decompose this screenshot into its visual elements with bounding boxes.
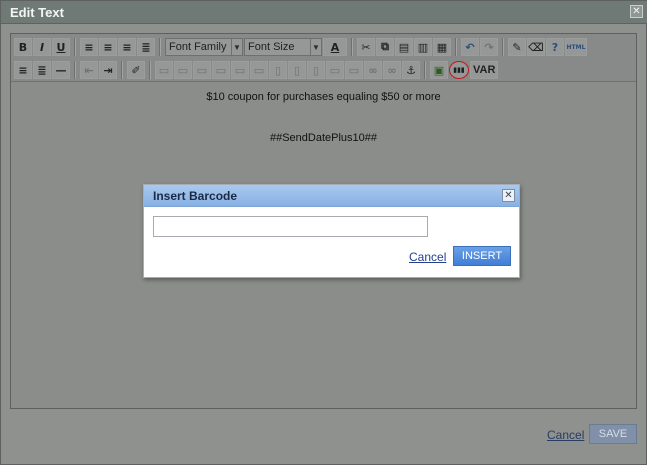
paste-text-icon[interactable]: ▥ bbox=[414, 38, 432, 56]
link-icon[interactable]: ∞ bbox=[364, 61, 382, 79]
insert-button[interactable]: INSERT bbox=[453, 246, 511, 266]
cut-icon[interactable]: ✂ bbox=[357, 38, 375, 56]
dialog-titlebar: Insert Barcode bbox=[144, 185, 519, 207]
edit-icon[interactable]: ✐ bbox=[127, 61, 145, 79]
toolbar-separator bbox=[149, 61, 151, 79]
dialog-title: Insert Barcode bbox=[153, 189, 238, 203]
horizontal-rule-icon[interactable]: — bbox=[52, 61, 70, 79]
bullet-list-icon[interactable]: ≡ bbox=[14, 61, 32, 79]
font-size-label: Font Size bbox=[248, 41, 295, 53]
delete-row-icon[interactable]: ▭ bbox=[250, 61, 268, 79]
undo-icon[interactable]: ↶ bbox=[461, 38, 479, 56]
eraser-icon[interactable]: ⌫ bbox=[527, 38, 545, 56]
indent-icon[interactable]: ⇥ bbox=[99, 61, 117, 79]
toolbar-separator bbox=[351, 38, 353, 56]
font-size-select[interactable]: Font Size ▼ bbox=[244, 38, 322, 56]
barcode-input[interactable] bbox=[153, 216, 428, 237]
anchor-icon[interactable]: ⚓ bbox=[402, 61, 420, 79]
unlink-icon[interactable]: ∞ bbox=[383, 61, 401, 79]
insert-col-icon[interactable]: ▯ bbox=[269, 61, 287, 79]
row-props-icon[interactable]: ▭ bbox=[212, 61, 230, 79]
window-title: Edit Text bbox=[10, 5, 64, 20]
save-button[interactable]: SAVE bbox=[589, 424, 637, 444]
cleanup-icon[interactable]: ✎ bbox=[508, 38, 526, 56]
bold-icon[interactable]: B bbox=[14, 38, 32, 56]
chevron-down-icon: ▼ bbox=[231, 39, 242, 55]
content-line-variable: ##SendDatePlus10## bbox=[269, 132, 378, 144]
align-left-icon[interactable]: ≡ bbox=[80, 38, 98, 56]
toolbar-separator bbox=[424, 61, 426, 79]
toolbar-separator bbox=[502, 38, 504, 56]
variable-button[interactable]: VAR bbox=[470, 61, 499, 79]
window-close-button[interactable]: ✕ bbox=[630, 5, 643, 18]
paste-icon[interactable]: ▤ bbox=[395, 38, 413, 56]
split-cell-icon[interactable]: ▯ bbox=[307, 61, 325, 79]
toolbar-row-2: ≡ ≣ — ⇤ ⇥ ✐ ▭ ▭ ▭ ▭ ▭ ▭ ▯ ▯ ▯ ▭ ▭ ∞ ∞ ⚓ … bbox=[14, 59, 499, 81]
dialog-cancel-link[interactable]: Cancel bbox=[409, 250, 446, 264]
font-family-label: Font Family bbox=[169, 41, 227, 53]
merge-cell-icon[interactable]: ▭ bbox=[326, 61, 344, 79]
outdent-icon[interactable]: ⇤ bbox=[80, 61, 98, 79]
toolbar-separator bbox=[121, 61, 123, 79]
toolbar-separator bbox=[74, 38, 76, 56]
toolbar-separator bbox=[159, 38, 161, 56]
table-props-icon[interactable]: ▭ bbox=[174, 61, 192, 79]
table-icon[interactable]: ▭ bbox=[155, 61, 173, 79]
font-family-select[interactable]: Font Family ▼ bbox=[165, 38, 243, 56]
insert-barcode-dialog: Insert Barcode ✕ Cancel INSERT bbox=[143, 184, 520, 278]
row-icon[interactable]: ▭ bbox=[193, 61, 211, 79]
chevron-down-icon: ▼ bbox=[310, 39, 321, 55]
cancel-link[interactable]: Cancel bbox=[547, 428, 584, 442]
barcode-icon[interactable]: ▮▮▮ bbox=[449, 61, 469, 79]
justify-icon[interactable]: ≣ bbox=[137, 38, 155, 56]
help-icon[interactable]: ? bbox=[546, 38, 564, 56]
align-right-icon[interactable]: ≡ bbox=[118, 38, 136, 56]
toolbar-separator bbox=[455, 38, 457, 56]
editor-toolbar: B I U ≡ ≡ ≡ ≣ Font Family ▼ Font Size ▼ … bbox=[11, 34, 636, 82]
align-center-icon[interactable]: ≡ bbox=[99, 38, 117, 56]
window-titlebar: Edit Text ✕ bbox=[1, 1, 647, 24]
toolbar-row-1: B I U ≡ ≡ ≡ ≣ Font Family ▼ Font Size ▼ … bbox=[14, 36, 587, 58]
toolbar-separator bbox=[74, 61, 76, 79]
insert-row-icon[interactable]: ▭ bbox=[231, 61, 249, 79]
copy-icon[interactable]: ⧉ bbox=[376, 38, 394, 56]
delete-col-icon[interactable]: ▯ bbox=[288, 61, 306, 79]
html-icon[interactable]: HTML bbox=[565, 38, 587, 56]
redo-icon[interactable]: ↷ bbox=[480, 38, 498, 56]
numbered-list-icon[interactable]: ≣ bbox=[33, 61, 51, 79]
dialog-close-button[interactable]: ✕ bbox=[502, 189, 515, 202]
cell-props-icon[interactable]: ▭ bbox=[345, 61, 363, 79]
font-color-icon[interactable]: A bbox=[323, 38, 347, 56]
content-line-coupon: $10 coupon for purchases equaling $50 or… bbox=[206, 91, 441, 103]
image-icon[interactable]: ▣ bbox=[430, 61, 448, 79]
paste-word-icon[interactable]: ▦ bbox=[433, 38, 451, 56]
underline-icon[interactable]: U bbox=[52, 38, 70, 56]
italic-icon[interactable]: I bbox=[33, 38, 51, 56]
